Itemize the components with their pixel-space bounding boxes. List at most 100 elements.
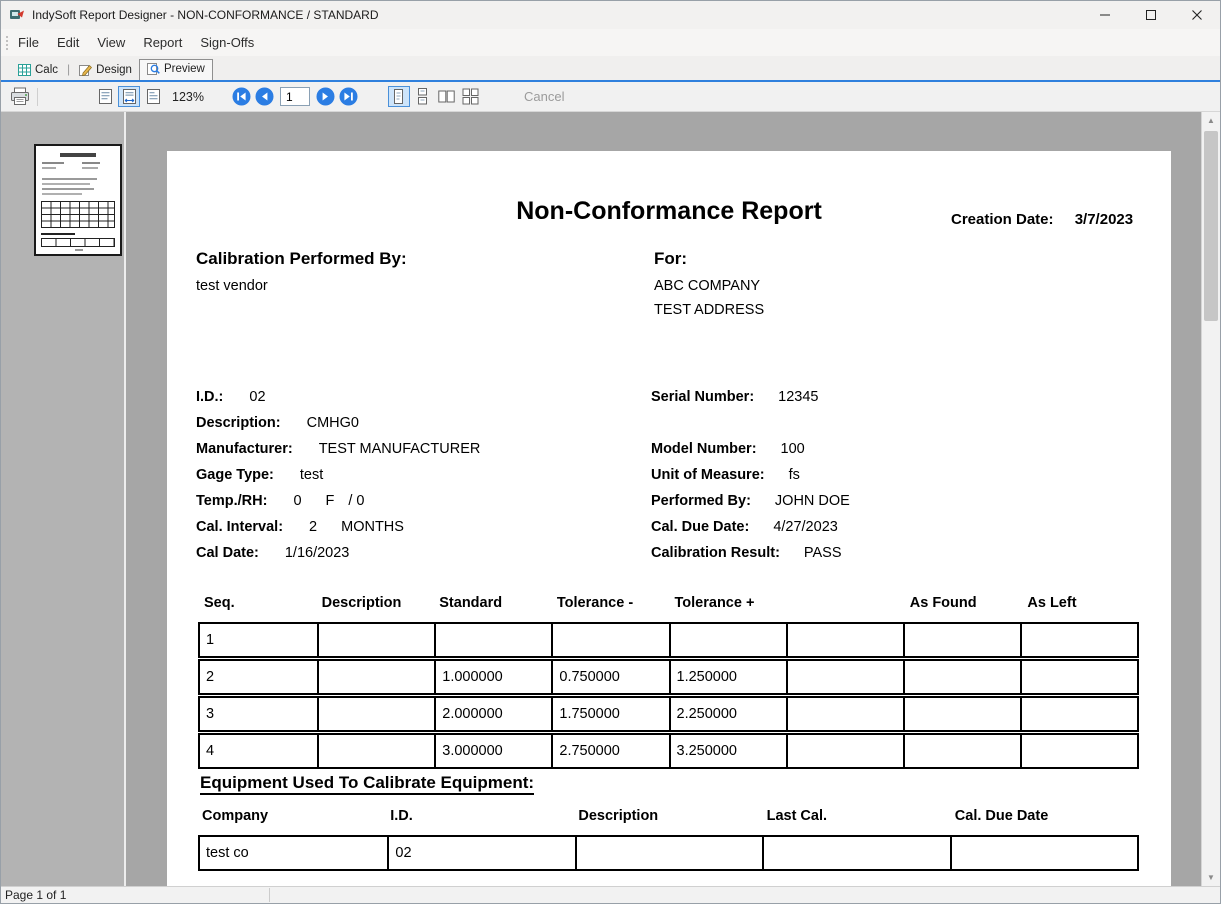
table-cell bbox=[317, 735, 434, 767]
scroll-down-icon[interactable]: ▼ bbox=[1202, 869, 1220, 886]
next-page-button[interactable] bbox=[315, 86, 336, 107]
table-cell: 2.750000 bbox=[551, 735, 668, 767]
design-pencil-icon bbox=[79, 64, 92, 76]
calibration-performed-by-label: Calibration Performed By: bbox=[196, 249, 407, 269]
table-cell bbox=[317, 624, 434, 656]
creation-date: Creation Date: 3/7/2023 bbox=[951, 211, 1133, 228]
calc-grid-icon bbox=[18, 64, 31, 76]
column-header: Company bbox=[198, 808, 386, 824]
table-cell bbox=[903, 624, 1020, 656]
tab-design-label: Design bbox=[96, 64, 132, 76]
info-fields: I.D.:02 Serial Number:12345 Description:… bbox=[196, 389, 1146, 571]
vertical-scrollbar[interactable]: ▲ ▼ bbox=[1201, 112, 1220, 886]
close-button[interactable] bbox=[1174, 1, 1220, 29]
view-single-page-button[interactable] bbox=[388, 86, 410, 107]
table-cell bbox=[1020, 661, 1137, 693]
tab-design[interactable]: Design bbox=[72, 61, 139, 80]
page-navigation-group bbox=[230, 86, 360, 107]
column-header: Last Cal. bbox=[763, 808, 951, 824]
statusbar-separator bbox=[269, 888, 270, 902]
table-cell bbox=[903, 698, 1020, 730]
info-row: Cal Date:1/16/2023 Calibration Result:PA… bbox=[196, 545, 1146, 571]
table-cell: test co bbox=[200, 837, 387, 869]
status-bar: Page 1 of 1 bbox=[1, 886, 1220, 903]
table-cell: 1.000000 bbox=[434, 661, 551, 693]
menu-file[interactable]: File bbox=[9, 31, 48, 54]
maximize-button[interactable] bbox=[1128, 1, 1174, 29]
field-value: fs bbox=[789, 467, 800, 493]
field-value-unit: F bbox=[326, 493, 335, 519]
field-value: test bbox=[300, 467, 323, 493]
zoom-level[interactable]: 123% bbox=[172, 90, 204, 104]
page-thumbnail[interactable] bbox=[34, 144, 122, 256]
column-header: Description bbox=[574, 808, 762, 824]
view-multiple-pages-button[interactable] bbox=[460, 86, 482, 107]
measurements-table: 1 2 1.000000 0.750000 1.25 bbox=[198, 622, 1139, 770]
column-header: Cal. Due Date bbox=[951, 808, 1139, 824]
table-cell bbox=[950, 837, 1137, 869]
field-value-extra: / 0 bbox=[348, 493, 364, 519]
preview-area: Non-Conformance Report Creation Date: 3/… bbox=[126, 112, 1220, 886]
menu-sign-offs[interactable]: Sign-Offs bbox=[191, 31, 263, 54]
field-label: Manufacturer: bbox=[196, 441, 293, 467]
first-page-button[interactable] bbox=[231, 86, 252, 107]
equipment-table: test co 02 bbox=[198, 835, 1139, 871]
table-cell bbox=[1020, 624, 1137, 656]
cancel-button[interactable]: Cancel bbox=[524, 89, 564, 104]
view-facing-pages-button[interactable] bbox=[436, 86, 458, 107]
column-header: Seq. bbox=[198, 595, 316, 611]
table-cell bbox=[786, 624, 903, 656]
tab-preview[interactable]: Preview bbox=[139, 59, 213, 80]
view-continuous-button[interactable] bbox=[412, 86, 434, 107]
info-row: Gage Type:test Unit of Measure:fs bbox=[196, 467, 1146, 493]
print-button[interactable] bbox=[9, 86, 31, 107]
table-cell: 1.250000 bbox=[669, 661, 786, 693]
title-bar: IndySoft Report Designer - NON-CONFORMAN… bbox=[1, 1, 1220, 29]
field-value: 100 bbox=[781, 441, 805, 467]
continuous-pages-icon bbox=[414, 88, 431, 105]
scrollbar-thumb[interactable] bbox=[1204, 131, 1218, 321]
scroll-up-icon[interactable]: ▲ bbox=[1202, 112, 1220, 129]
zoom-page-width-button[interactable] bbox=[118, 86, 140, 107]
field-label: Performed By: bbox=[651, 493, 751, 519]
page-number-input[interactable] bbox=[280, 87, 310, 106]
table-cell: 02 bbox=[387, 837, 574, 869]
table-row: 3 2.000000 1.750000 2.250000 bbox=[198, 696, 1139, 732]
table-cell: 3.250000 bbox=[669, 735, 786, 767]
last-page-button[interactable] bbox=[338, 86, 359, 107]
equipment-header-row: Company I.D. Description Last Cal. Cal. … bbox=[198, 808, 1139, 824]
table-cell bbox=[762, 837, 949, 869]
toolbar-separator bbox=[37, 88, 38, 106]
table-row: test co 02 bbox=[198, 835, 1139, 871]
field-value: 4/27/2023 bbox=[773, 519, 838, 545]
tab-calc-label: Calc bbox=[35, 64, 58, 76]
zoom-100-button[interactable] bbox=[142, 86, 164, 107]
table-cell bbox=[669, 624, 786, 656]
field-label: Serial Number: bbox=[651, 389, 754, 415]
zoom-fit-page-button[interactable] bbox=[94, 86, 116, 107]
for-address: TEST ADDRESS bbox=[654, 302, 764, 318]
menu-view[interactable]: View bbox=[88, 31, 134, 54]
column-header: Standard bbox=[433, 595, 551, 611]
table-cell: 2.250000 bbox=[669, 698, 786, 730]
calibration-performed-by-value: test vendor bbox=[196, 278, 268, 294]
content-area: Non-Conformance Report Creation Date: 3/… bbox=[1, 112, 1220, 886]
field-value: CMHG0 bbox=[307, 415, 359, 441]
next-page-icon bbox=[316, 87, 335, 106]
column-header: As Found bbox=[904, 595, 1022, 611]
field-value: PASS bbox=[804, 545, 842, 571]
menu-report[interactable]: Report bbox=[134, 31, 191, 54]
field-value-unit: MONTHS bbox=[341, 519, 404, 545]
column-header: Description bbox=[316, 595, 434, 611]
multiple-pages-icon bbox=[462, 88, 479, 105]
column-header bbox=[786, 595, 904, 611]
thumbnail-panel bbox=[1, 112, 126, 886]
menu-edit[interactable]: Edit bbox=[48, 31, 88, 54]
table-cell bbox=[551, 624, 668, 656]
previous-page-button[interactable] bbox=[254, 86, 275, 107]
table-cell: 1 bbox=[200, 624, 317, 656]
tab-calc[interactable]: Calc bbox=[11, 61, 65, 80]
minimize-button[interactable] bbox=[1082, 1, 1128, 29]
info-row: I.D.:02 Serial Number:12345 bbox=[196, 389, 1146, 415]
table-cell: 3.000000 bbox=[434, 735, 551, 767]
